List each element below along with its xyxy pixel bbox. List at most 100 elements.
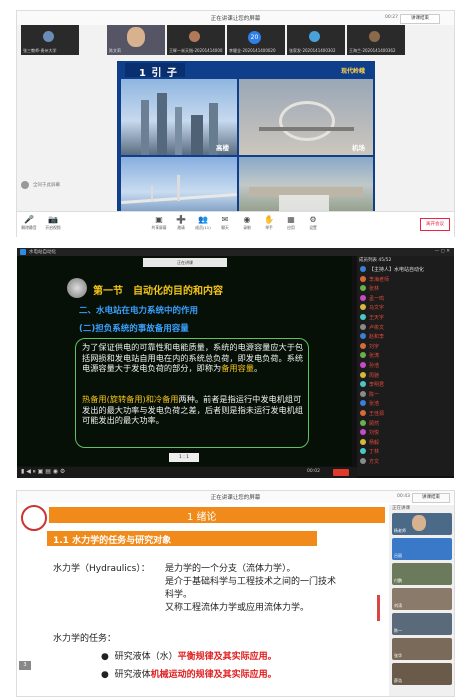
participant-tile[interactable]: 王辉一米天指-202014140001 xyxy=(167,25,225,55)
scroll-marker[interactable] xyxy=(377,595,380,621)
record-button[interactable]: ◉ 录制 xyxy=(239,215,255,231)
participant-name: 陈文莉 xyxy=(109,48,121,53)
title-bar: 正在讲课让您的屏幕 00:27 讲课结束 xyxy=(17,11,454,25)
slide-subtitle: 现代岭峨 xyxy=(340,68,365,75)
participant-item[interactable]: 陈一 xyxy=(359,390,451,399)
collapse-icon[interactable] xyxy=(21,181,29,189)
toolbar-icons[interactable]: ▮ ◀ ⏸ ▣ ▤ ◉ ⚙ xyxy=(21,468,65,476)
participant-tile[interactable]: 王海兰-2020141400362 xyxy=(347,25,405,55)
avatar xyxy=(360,410,366,416)
mute-button[interactable]: 🎤 解除静音 xyxy=(21,215,37,231)
photo-airport: 机场 xyxy=(239,79,373,155)
meeting-time: 00:27 xyxy=(385,15,398,20)
participant-item[interactable]: 卢彬文 xyxy=(359,323,451,332)
video-tile[interactable]: 陈一 xyxy=(392,613,452,635)
video-tile[interactable]: 刘涛 xyxy=(392,588,452,610)
participant-item[interactable]: 孙浩 xyxy=(359,361,451,370)
participant-name: 李海老师 xyxy=(369,276,390,283)
participant-name: 丁林 xyxy=(369,449,380,456)
avatar xyxy=(360,294,366,301)
avatar xyxy=(360,419,366,426)
invite-button[interactable]: ➕ 邀请 xyxy=(173,215,189,231)
members-header: 成员列表 45/52 xyxy=(359,258,392,263)
meeting-time: 00:43 xyxy=(397,494,410,499)
elapsed-time: 00:02 xyxy=(307,469,320,474)
participant-name: 刘宇 xyxy=(369,343,380,350)
definition-line: 又称工程流体力学或应用流体力学。 xyxy=(165,603,310,613)
participant-tile[interactable]: 20 李健全-2020141400020 xyxy=(227,25,285,55)
leave-meeting-button[interactable]: 离开会议 xyxy=(420,218,450,231)
slide-title: 1 引 子 xyxy=(139,68,178,79)
title-bar: 水电站自动化 — ▢ ✕ xyxy=(17,248,454,256)
participant-item[interactable]: 张林 xyxy=(359,284,451,293)
members-button[interactable]: 👥 成员(11) xyxy=(195,215,211,231)
participant-item[interactable]: 赵和李 xyxy=(359,332,451,341)
participant-item[interactable]: 张浩 xyxy=(359,399,451,408)
avatar xyxy=(43,31,54,42)
shared-slide: 1 引 子 现代岭峨 高楼 机场 大坎 xyxy=(117,61,375,229)
meeting-toolbar: 🎤 解除静音 📷 开启视频 ▣ 共享屏幕 ➕ 邀请 👥 成员(11) ✉ 聊天 ◉ 录制 ✋ 举… xyxy=(17,211,454,237)
participant-name: 李明君 xyxy=(369,382,385,389)
video-button[interactable]: 📷 开启视频 xyxy=(45,215,61,231)
video-tile[interactable]: 付鹏 xyxy=(392,563,452,585)
paragraph-1: 为了保证供电的可靠性和电能质量，系统的电源容量应大于包括网损和发电站自用电在内的… xyxy=(82,342,304,373)
participant-item[interactable]: 顾然 xyxy=(359,419,451,428)
participant-item[interactable]: 周驰 xyxy=(359,371,451,380)
avatar xyxy=(360,381,366,388)
microphone-icon: 🎤 xyxy=(24,215,34,224)
end-lecture-button[interactable]: 讲课结束 xyxy=(400,14,440,24)
members-icon: 👥 xyxy=(198,215,208,224)
participant-name: 顾然 xyxy=(369,420,380,427)
video-tile[interactable]: 张华 xyxy=(392,638,452,660)
participant-item[interactable]: 孟一鸣 xyxy=(359,294,451,303)
shared-slide: 1 绪论 1.1 水力学的任务与研究对象 水力学（Hydraulics）： 是力… xyxy=(17,503,389,696)
participant-item[interactable]: 马文宇 xyxy=(359,303,451,312)
participant-item[interactable]: 王佳源 xyxy=(359,409,451,418)
chat-button[interactable]: ✉ 聊天 xyxy=(217,215,233,231)
raise-hand-button[interactable]: ✋ 举手 xyxy=(261,215,277,231)
gear-icon: ⚙ xyxy=(309,215,317,224)
participant-item[interactable]: 刘宇 xyxy=(359,342,451,351)
definition-line: 是力学的一个分支（流体力学）。 xyxy=(165,564,296,574)
participant-item[interactable]: 【主持人】水电站自动化 xyxy=(359,265,451,274)
video-tile[interactable]: 薛浩 xyxy=(392,663,452,685)
participant-name: 卢彬文 xyxy=(369,324,385,331)
participant-item[interactable]: 王天宇 xyxy=(359,313,451,322)
section-title: 1.1 水力学的任务与研究对象 xyxy=(53,536,172,546)
participant-item[interactable]: 丁林 xyxy=(359,447,451,456)
apps-button[interactable]: ▦ 应用 xyxy=(283,215,299,231)
participant-item[interactable]: 杨毅 xyxy=(359,438,451,447)
shared-slide: 正在讲课 第一节 自动化的目的和内容 二、水电站在电力系统中的作用 (二)担负系… xyxy=(17,256,352,466)
avatar xyxy=(360,266,366,272)
share-screen-button[interactable]: ▣ 共享屏幕 xyxy=(151,215,167,231)
presenter-mini-bar[interactable]: 正在讲课 xyxy=(143,258,227,267)
video-face xyxy=(127,27,145,47)
participant-tile[interactable]: 张家发-2020141400302 xyxy=(287,25,345,55)
meeting-window-2: 水电站自动化 — ▢ ✕ 正在讲课 第一节 自动化的目的和内容 二、水电站在电力… xyxy=(17,248,454,478)
participant-name: 张涛 xyxy=(369,353,380,360)
avatar xyxy=(360,352,366,359)
paragraph-2: 热备用(旋转备用)和冷备用两种。前者是指运行中发电机组可发出的最大功率与发电负荷… xyxy=(82,394,304,425)
definition-line: 科学。 xyxy=(165,590,193,600)
participant-item[interactable]: 刘悦 xyxy=(359,428,451,437)
photo-skyscrapers: 高楼 xyxy=(121,79,237,155)
window-controls[interactable]: — ▢ ✕ xyxy=(435,249,450,254)
participant-item[interactable]: 张涛 xyxy=(359,351,451,360)
title-bar: 正在讲课让您的屏幕 00:43 讲课结束 xyxy=(17,491,454,503)
page-indicator: 1 : 1 xyxy=(169,453,199,462)
participant-item[interactable]: 李明君 xyxy=(359,380,451,389)
participant-item[interactable]: 方文 xyxy=(359,457,451,466)
participants-panel: 成员列表 45/52 【主持人】水电站自动化李海老师 张林 孟一鸣 马文宇 王天宇卢彬文… xyxy=(357,256,454,476)
end-button[interactable] xyxy=(333,469,349,476)
avatar xyxy=(369,31,380,42)
participant-tile[interactable]: 陈文莉 xyxy=(107,25,165,55)
apps-icon: ▦ xyxy=(287,215,295,224)
participant-tile[interactable]: 张三教师-贵州大学 xyxy=(21,25,79,55)
avatar xyxy=(360,448,366,455)
video-tile[interactable]: 吕丽 xyxy=(392,538,452,560)
video-tile[interactable]: 杨老师 xyxy=(392,513,452,535)
settings-button[interactable]: ⚙ 设置 xyxy=(305,215,321,231)
end-lecture-button[interactable]: 讲课结束 xyxy=(412,493,450,503)
participant-item[interactable]: 李海老师 xyxy=(359,275,451,284)
participant-name: 杨毅 xyxy=(369,439,380,446)
